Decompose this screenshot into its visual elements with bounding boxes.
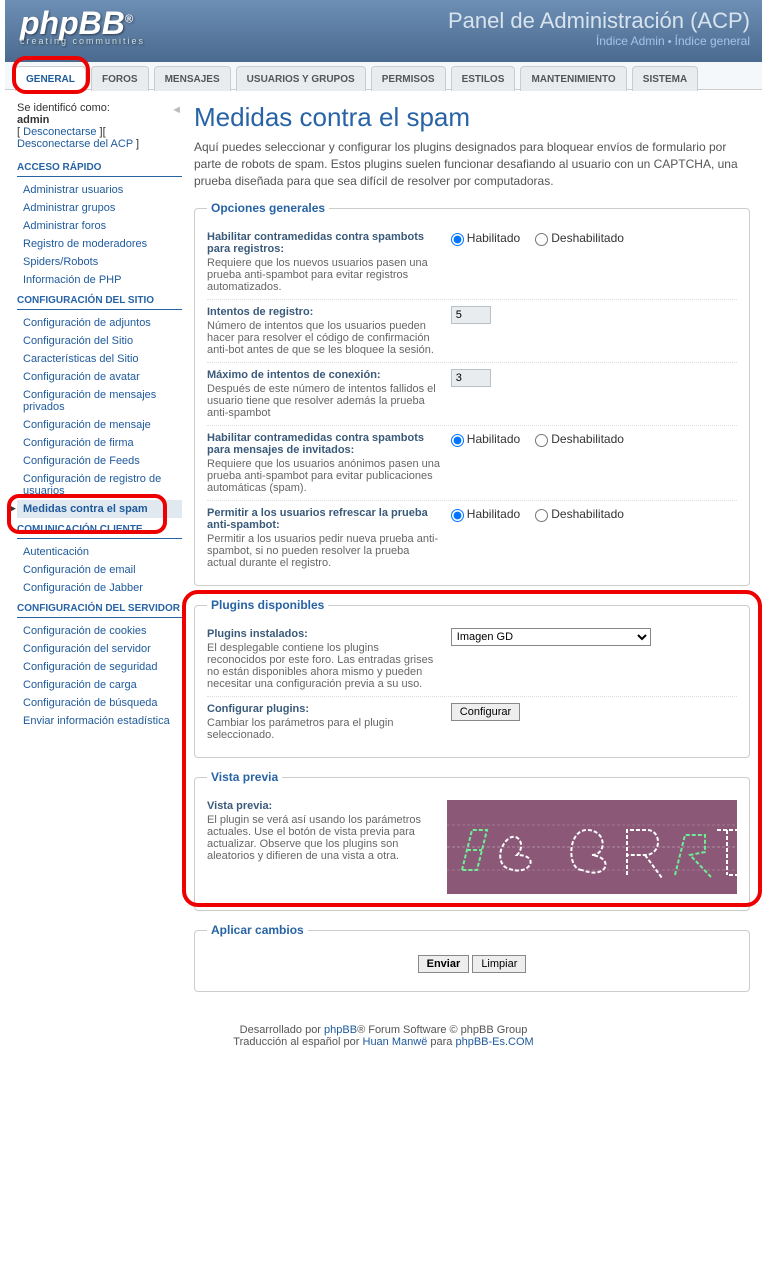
- username: admin: [17, 114, 49, 126]
- sidebar-item[interactable]: Administrar grupos: [23, 202, 115, 214]
- link-admin-index[interactable]: Índice Admin: [596, 34, 665, 48]
- sidebar-item[interactable]: Configuración del servidor: [23, 643, 151, 655]
- sidebar-item[interactable]: Configuración de registro de usuarios: [23, 473, 161, 497]
- main-content: Medidas contra el spam Aquí puedes selec…: [194, 102, 750, 1004]
- sidebar-item[interactable]: Administrar foros: [23, 220, 106, 232]
- link-phpbb[interactable]: phpBB: [324, 1024, 357, 1036]
- sidebar-item[interactable]: Administrar usuarios: [23, 184, 123, 196]
- input-max-login[interactable]: [451, 369, 491, 387]
- radio-enable-reg-no[interactable]: [535, 233, 548, 246]
- logo: phpBB® creating communities: [20, 5, 145, 46]
- sidebar-item[interactable]: Configuración del Sitio: [23, 335, 133, 347]
- sidebar-item[interactable]: Configuración de Feeds: [23, 455, 140, 467]
- tab-messages[interactable]: MENSAJES: [154, 66, 231, 91]
- sidebar-item[interactable]: Configuración de avatar: [23, 371, 140, 383]
- sidebar-section-server: CONFIGURACIÓN DEL SERVIDOR Configuración…: [17, 597, 182, 730]
- tab-system[interactable]: SISTEMA: [632, 66, 698, 91]
- footer: Desarrollado por phpBB® Forum Software ©…: [5, 1016, 762, 1062]
- collapse-icon[interactable]: ◄: [171, 104, 182, 116]
- radio-refresh-no[interactable]: [535, 509, 548, 522]
- fieldset-general: Opciones generales Habilitar contramedid…: [194, 201, 750, 586]
- sidebar-item[interactable]: Autenticación: [23, 546, 89, 558]
- tab-users-groups[interactable]: USUARIOS Y GRUPOS: [236, 66, 366, 91]
- sidebar-item[interactable]: Configuración de mensajes privados: [23, 389, 156, 413]
- tab-maintenance[interactable]: MANTENIMIENTO: [520, 66, 626, 91]
- sidebar-item[interactable]: Configuración de búsqueda: [23, 697, 158, 709]
- link-logout[interactable]: Desconectarse: [23, 126, 96, 138]
- sidebar-item[interactable]: Configuración de Jabber: [23, 582, 143, 594]
- sidebar: Se identificó como: ◄ admin [ Desconecta…: [17, 102, 182, 1004]
- sidebar-item-spam[interactable]: Medidas contra el spam: [23, 503, 148, 515]
- fieldset-apply: Aplicar cambios Enviar Limpiar: [194, 923, 750, 992]
- sidebar-item[interactable]: Configuración de email: [23, 564, 136, 576]
- sidebar-item[interactable]: Configuración de cookies: [23, 625, 147, 637]
- sidebar-item[interactable]: Configuración de firma: [23, 437, 134, 449]
- content-desc: Aquí puedes seleccionar y configurar los…: [194, 139, 750, 189]
- radio-enable-reg-yes[interactable]: [451, 233, 464, 246]
- radio-enable-guest-no[interactable]: [535, 434, 548, 447]
- login-info: Se identificó como: ◄ admin [ Desconecta…: [17, 102, 182, 156]
- fieldset-plugins: Plugins disponibles Plugins instalados: …: [194, 598, 750, 758]
- main-tabs: GENERAL FOROS MENSAJES USUARIOS Y GRUPOS…: [5, 62, 762, 90]
- header-right: Panel de Administración (ACP) Índice Adm…: [448, 8, 750, 48]
- content-title: Medidas contra el spam: [194, 102, 750, 133]
- sidebar-item[interactable]: Registro de moderadores: [23, 238, 147, 250]
- input-reg-attempts[interactable]: [451, 306, 491, 324]
- link-logout-acp[interactable]: Desconectarse del ACP: [17, 138, 133, 150]
- submit-button[interactable]: Enviar: [418, 955, 470, 973]
- sidebar-item[interactable]: Configuración de mensaje: [23, 419, 151, 431]
- sidebar-item[interactable]: Características del Sitio: [23, 353, 139, 365]
- sidebar-item[interactable]: Información de PHP: [23, 274, 121, 286]
- fieldset-preview: Vista previa Vista previa: El plugin se …: [194, 770, 750, 911]
- sidebar-item[interactable]: Spiders/Robots: [23, 256, 98, 268]
- link-board-index[interactable]: Índice general: [675, 34, 750, 48]
- radio-enable-guest-yes[interactable]: [451, 434, 464, 447]
- header: phpBB® creating communities Panel de Adm…: [5, 0, 762, 62]
- sidebar-item[interactable]: Configuración de carga: [23, 679, 137, 691]
- sidebar-section-client: COMUNICACIÓN CLIENTE Autenticación Confi…: [17, 518, 182, 597]
- sidebar-section-site: CONFIGURACIÓN DEL SITIO Configuración de…: [17, 289, 182, 518]
- configure-button[interactable]: Configurar: [451, 703, 520, 721]
- link-phpbb-es[interactable]: phpBB-Es.COM: [455, 1036, 533, 1048]
- sidebar-item[interactable]: Enviar información estadística: [23, 715, 170, 727]
- reset-button[interactable]: Limpiar: [472, 955, 526, 973]
- tab-permissions[interactable]: PERMISOS: [371, 66, 446, 91]
- tab-styles[interactable]: ESTILOS: [451, 66, 516, 91]
- sidebar-item[interactable]: Configuración de seguridad: [23, 661, 158, 673]
- tab-general[interactable]: GENERAL: [15, 66, 86, 91]
- sidebar-item[interactable]: Configuración de adjuntos: [23, 317, 151, 329]
- captcha-image: [447, 800, 737, 894]
- tab-forums[interactable]: FOROS: [91, 66, 149, 91]
- sidebar-section-quick: ACCESO RÁPIDO Administrar usuarios Admin…: [17, 156, 182, 289]
- page-title: Panel de Administración (ACP): [448, 8, 750, 34]
- radio-refresh-yes[interactable]: [451, 509, 464, 522]
- select-plugin[interactable]: Imagen GD: [451, 628, 651, 646]
- link-translator[interactable]: Huan Manwë: [363, 1036, 428, 1048]
